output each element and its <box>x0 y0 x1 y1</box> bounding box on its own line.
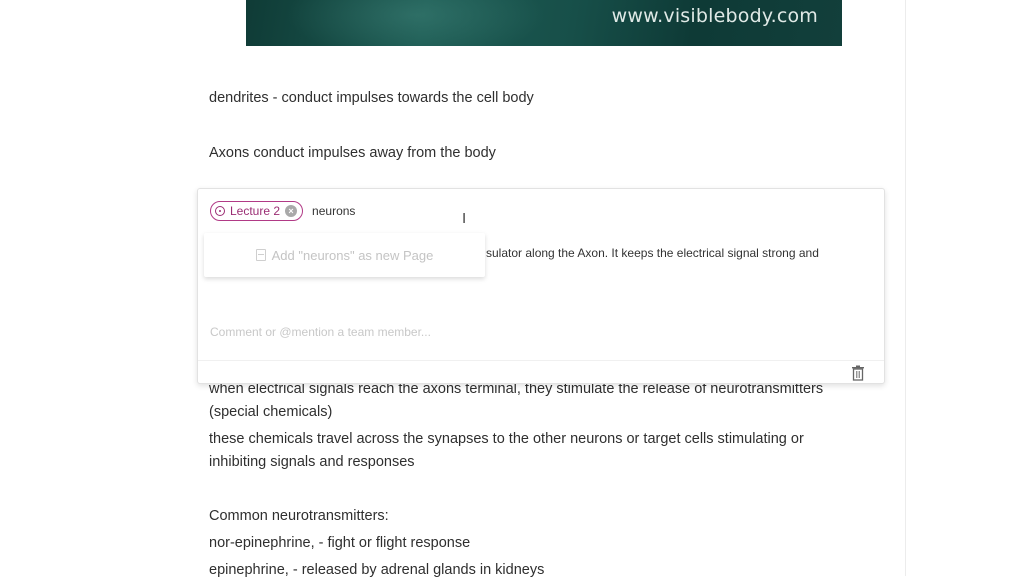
note-line: inhibiting signals and responses <box>209 454 415 470</box>
tag-search-input[interactable] <box>312 204 453 218</box>
page-icon <box>255 249 266 261</box>
note-line: (special chemicals) <box>209 404 333 420</box>
tag-comment-popup: Lecture 2 × I Add "neurons" as new Page … <box>197 188 885 384</box>
underlying-note-text: sulator along the Axon. It keeps the ele… <box>486 246 819 260</box>
note-line: nor-epinephrine, - fight or flight respo… <box>209 535 471 551</box>
tag-chip-label: Lecture 2 <box>230 204 281 218</box>
text-cursor-icon: I <box>462 210 467 227</box>
note-line: dendrites - conduct impulses towards the… <box>209 90 534 106</box>
popup-divider <box>198 360 884 361</box>
trash-icon[interactable] <box>851 365 865 381</box>
note-line: Common neurotransmitters: <box>209 508 389 524</box>
tag-row: Lecture 2 × <box>210 201 453 221</box>
comment-input[interactable] <box>210 325 850 339</box>
note-line: epinephrine, - released by adrenal gland… <box>209 562 545 578</box>
add-page-suggestion[interactable]: Add "neurons" as new Page <box>204 233 485 277</box>
header-image: www.visiblebody.com <box>246 0 842 46</box>
remove-tag-icon[interactable]: × <box>285 205 298 217</box>
banner-url-text: www.visiblebody.com <box>611 5 818 27</box>
note-line: these chemicals travel across the synaps… <box>209 431 804 447</box>
tag-chip-lecture-2[interactable]: Lecture 2 × <box>210 201 304 221</box>
page-circle-icon <box>215 206 225 216</box>
add-page-label: Add "neurons" as new Page <box>271 247 434 263</box>
page-edge-divider <box>905 0 906 576</box>
note-line: Axons conduct impulses away from the bod… <box>209 145 496 161</box>
